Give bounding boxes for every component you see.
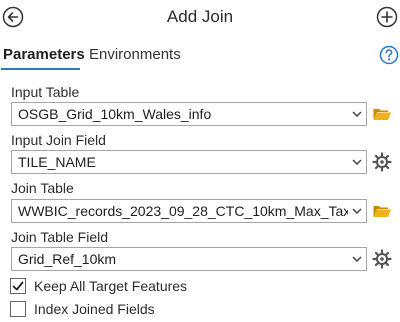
input-join-field-select[interactable]: TILE_NAME xyxy=(11,150,367,174)
join-table-field-label: Join Table Field xyxy=(11,229,109,245)
input-join-field-label: Input Join Field xyxy=(11,132,106,148)
add-circle-icon[interactable] xyxy=(376,6,398,28)
keep-all-checkbox[interactable] xyxy=(10,278,26,294)
gear-icon[interactable] xyxy=(372,152,392,172)
join-table-label: Join Table xyxy=(11,180,74,196)
folder-icon[interactable] xyxy=(372,104,392,124)
chevron-down-icon[interactable] xyxy=(352,110,362,118)
checkmark-icon xyxy=(12,281,24,291)
active-tab-indicator xyxy=(1,68,80,70)
input-join-field-value: TILE_NAME xyxy=(18,154,96,170)
gear-icon[interactable] xyxy=(372,249,392,269)
help-icon[interactable] xyxy=(379,45,399,65)
tab-parameters[interactable]: Parameters xyxy=(3,46,85,63)
tab-bar: Parameters Environments xyxy=(0,44,400,70)
index-joined-label: Index Joined Fields xyxy=(34,301,155,317)
join-table-select[interactable]: WWBIC_records_2023_09_28_CTC_10km_Max_Ta… xyxy=(11,199,367,223)
keep-all-label: Keep All Target Features xyxy=(34,278,188,294)
chevron-down-icon[interactable] xyxy=(352,255,362,263)
page-title: Add Join xyxy=(166,7,234,26)
pane-header: Add Join xyxy=(0,0,400,36)
folder-icon[interactable] xyxy=(372,201,392,221)
index-joined-checkbox[interactable] xyxy=(10,301,26,317)
join-table-field-value: Grid_Ref_10km xyxy=(18,251,117,267)
join-table-value: WWBIC_records_2023_09_28_CTC_10km_Max_Ta… xyxy=(18,203,348,219)
join-table-field-select[interactable]: Grid_Ref_10km xyxy=(11,247,367,271)
chevron-down-icon[interactable] xyxy=(352,207,362,215)
input-table-select[interactable]: OSGB_Grid_10km_Wales_info xyxy=(11,102,367,126)
tab-environments[interactable]: Environments xyxy=(89,46,181,63)
input-table-value: OSGB_Grid_10km_Wales_info xyxy=(18,106,212,122)
input-table-label: Input Table xyxy=(11,84,80,100)
chevron-down-icon[interactable] xyxy=(352,158,362,166)
